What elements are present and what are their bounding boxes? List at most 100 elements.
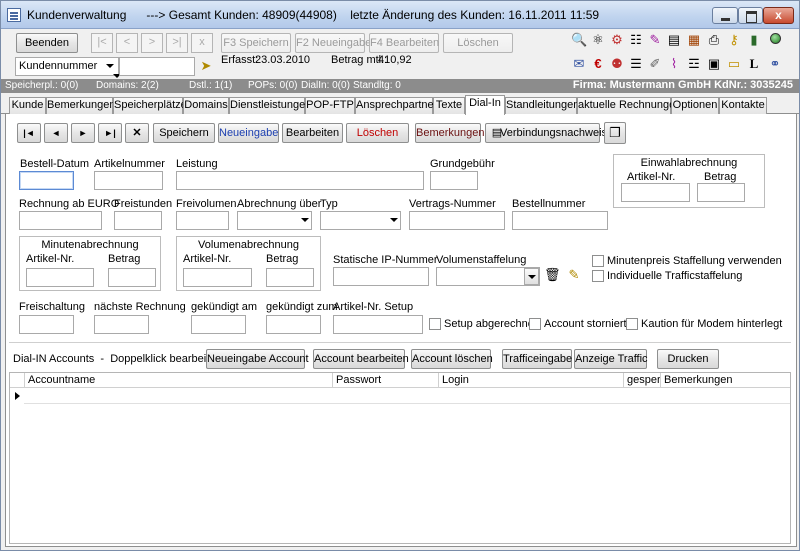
tab-kontakte[interactable]: Kontakte	[719, 97, 767, 114]
org-chart-icon[interactable]: ☰	[628, 56, 644, 72]
einwahl-betrag-input[interactable]	[697, 183, 745, 202]
tab-ansprechpartner[interactable]: Ansprechpartner	[355, 97, 437, 114]
table-row[interactable]	[24, 389, 790, 404]
close-window-button[interactable]: x	[763, 7, 794, 24]
volumen-artikel-input[interactable]	[183, 268, 252, 287]
tab-bemerkungen[interactable]: Bemerkungen	[46, 97, 116, 114]
nav-first-button[interactable]: |<	[91, 33, 113, 53]
note-icon[interactable]: ✐	[647, 56, 663, 72]
volumenstaffelung-select[interactable]	[436, 267, 540, 286]
key-icon[interactable]: ⚷	[726, 32, 742, 48]
printer-icon[interactable]: ⎙	[706, 32, 722, 48]
freistunden-input[interactable]	[114, 211, 162, 230]
col-gesperrt[interactable]: gesperrt	[623, 373, 660, 388]
neueingabe-button[interactable]: Neueingabe	[218, 123, 279, 143]
search-input[interactable]	[119, 57, 195, 76]
bestell-datum-input[interactable]	[19, 171, 74, 190]
team-icon[interactable]: ⚉	[609, 56, 625, 72]
drucken-button[interactable]: Drucken	[657, 349, 719, 369]
artikelnummer-input[interactable]	[94, 171, 163, 190]
vertrags-nummer-input[interactable]	[409, 211, 505, 230]
nav-next-button[interactable]: >	[141, 33, 163, 53]
tab-pop-ftp[interactable]: POP-FTP	[305, 97, 355, 114]
tag-icon[interactable]: ✎	[647, 32, 663, 48]
tab-speicherplaetze[interactable]: Speicherplätze	[113, 97, 187, 114]
tab-kunde[interactable]: Kunde	[9, 97, 46, 114]
magnifier-icon[interactable]: 🔍	[571, 32, 587, 48]
minuten-artikel-input[interactable]	[26, 268, 94, 287]
book-icon[interactable]: ✉	[571, 56, 587, 72]
col-bemerkungen[interactable]: Bemerkungen	[660, 373, 790, 388]
beenden-button[interactable]: Beenden	[16, 33, 78, 53]
col-login[interactable]: Login	[438, 373, 623, 388]
account-loeschen-button[interactable]: Account löschen	[411, 349, 493, 369]
verbindungsnachweis-button[interactable]: ▤ Verbindungsnachweis	[485, 123, 607, 143]
hierarchy-icon[interactable]: ☷	[628, 32, 644, 48]
speichern-button[interactable]: Speichern	[153, 123, 215, 143]
col-accountname[interactable]: Accountname	[24, 373, 332, 388]
f2-neueingabe-button[interactable]: F2 Neueingabe	[295, 33, 371, 53]
abrechnung-ueber-select[interactable]	[237, 211, 312, 230]
col-passwort[interactable]: Passwort	[332, 373, 438, 388]
rechnung-ab-input[interactable]	[19, 211, 102, 230]
nav-cancel-button[interactable]: x	[191, 33, 213, 53]
record-prev-button[interactable]: ◄	[44, 123, 68, 143]
loeschen-top-button[interactable]: Löschen	[443, 33, 513, 53]
bestellnummer-input[interactable]	[512, 211, 608, 230]
tab-dienstleistungen[interactable]: Dienstleistungen	[229, 97, 311, 114]
minuten-betrag-input[interactable]	[108, 268, 156, 287]
grid-icon[interactable]: ▣	[706, 56, 722, 72]
euro-icon[interactable]: €	[590, 56, 606, 72]
users-tree-icon[interactable]: ⚛	[590, 32, 606, 48]
record-first-button[interactable]: |◄	[17, 123, 41, 143]
anzeige-traffic-button[interactable]: Anzeige Traffic	[574, 349, 648, 369]
kaution-modem-checkbox[interactable]	[626, 318, 638, 330]
f4-bearbeiten-button[interactable]: F4 Bearbeiten	[369, 33, 439, 53]
network-icon[interactable]: ⚙	[609, 32, 625, 48]
setup-abgerechnet-checkbox[interactable]	[429, 318, 441, 330]
tab-domains[interactable]: Domains	[183, 97, 229, 114]
f3-speichern-button[interactable]: F3 Speichern	[221, 33, 291, 53]
tab-texte[interactable]: Texte	[433, 97, 465, 114]
einwahl-artikel-input[interactable]	[621, 183, 690, 202]
document-icon[interactable]: ▤	[666, 32, 682, 48]
search-go-icon[interactable]: ➤	[198, 58, 214, 74]
folder-icon[interactable]: ▭	[726, 56, 742, 72]
nav-prev-button[interactable]: <	[116, 33, 138, 53]
statische-ip-input[interactable]	[333, 267, 429, 286]
account-bearbeiten-button[interactable]: Account bearbeiten	[313, 349, 409, 369]
naechste-rechnung-input[interactable]	[94, 315, 149, 334]
tab-standleitungen[interactable]: Standleitungen	[505, 97, 579, 114]
database-icon[interactable]: ▦	[686, 32, 702, 48]
minimize-button[interactable]	[712, 7, 738, 24]
list-icon[interactable]: ☲	[686, 56, 702, 72]
volumen-betrag-input[interactable]	[266, 268, 314, 287]
leistung-input[interactable]	[176, 171, 424, 190]
chart-icon[interactable]: ⌇	[666, 56, 682, 72]
record-last-button[interactable]: ►|	[98, 123, 122, 143]
search-field-select[interactable]: Kundennummer	[15, 57, 121, 78]
bar-chart-icon[interactable]: ▮	[746, 32, 762, 48]
maximize-button[interactable]	[738, 7, 763, 24]
artikel-setup-input[interactable]	[333, 315, 423, 334]
loeschen-button[interactable]: Löschen	[346, 123, 409, 143]
freischaltung-input[interactable]	[19, 315, 74, 334]
neueingabe-account-button[interactable]: Neueingabe Account	[206, 349, 309, 369]
trash-icon[interactable]: 🗑	[544, 267, 561, 283]
gekuendigt-am-input[interactable]	[191, 315, 246, 334]
record-cancel-button[interactable]: ✕	[125, 123, 149, 143]
trafficeingabe-button[interactable]: Trafficeingabe	[502, 349, 572, 369]
individuelle-traffic-checkbox[interactable]	[592, 270, 604, 282]
nav-last-button[interactable]: >|	[166, 33, 188, 53]
edit-staffel-icon[interactable]: ✎	[566, 267, 582, 283]
record-next-button[interactable]: ►	[71, 123, 95, 143]
link-icon[interactable]: ⚭	[767, 56, 783, 72]
tab-optionen[interactable]: Optionen	[671, 97, 719, 114]
minutenpreis-staffelung-checkbox[interactable]	[592, 255, 604, 267]
gekuendigt-zum-input[interactable]	[266, 315, 321, 334]
bearbeiten-button[interactable]: Bearbeiten	[282, 123, 343, 143]
bemerkungen-button[interactable]: Bemerkungen	[415, 123, 485, 143]
account-storniert-checkbox[interactable]	[529, 318, 541, 330]
typ-select[interactable]	[320, 211, 401, 230]
status-circle-icon[interactable]	[767, 32, 783, 48]
